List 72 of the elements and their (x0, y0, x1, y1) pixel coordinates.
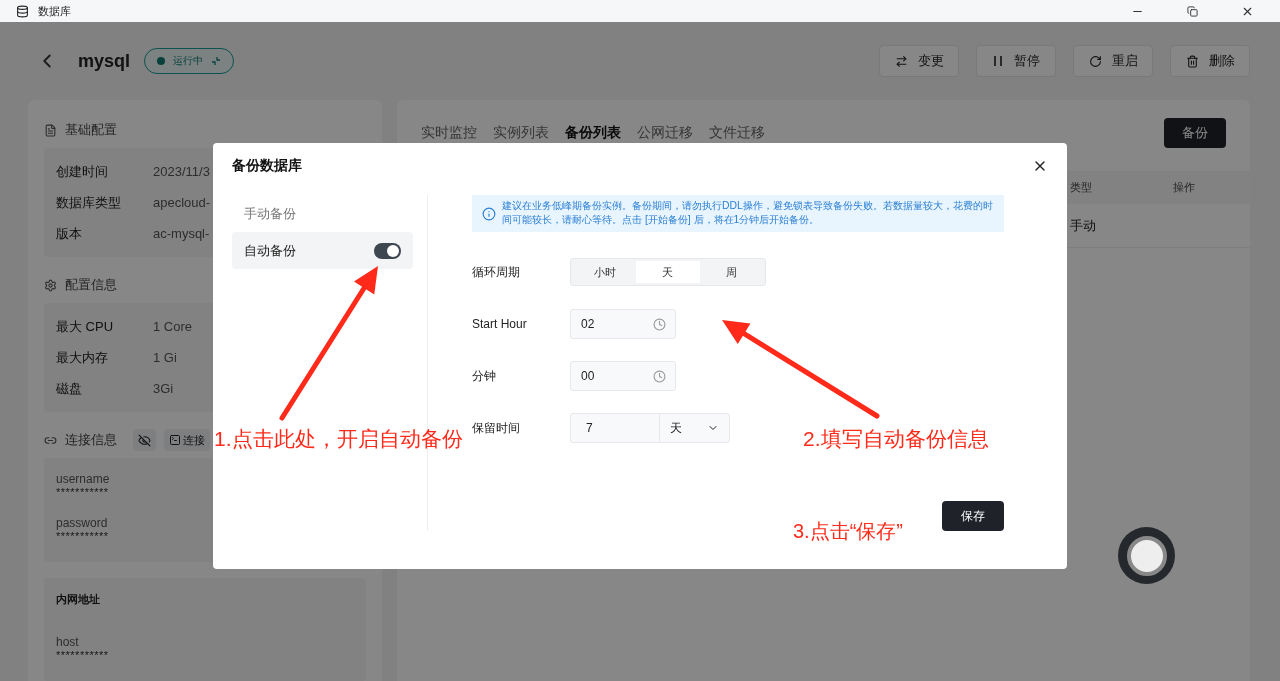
action-button[interactable]: 暂停 (976, 45, 1056, 77)
window-title: 数据库 (38, 3, 72, 19)
action-button[interactable]: 变更 (879, 45, 959, 77)
masked-value: *********** (56, 530, 109, 542)
period-option[interactable]: 周 (699, 261, 763, 283)
status-dot (157, 57, 166, 65)
section-title: 配置信息 (65, 276, 117, 294)
tab[interactable]: 备份列表 (565, 124, 621, 142)
annotation-text: 3.点击“保存” (793, 519, 903, 544)
field-label: 数据库类型 (56, 193, 122, 212)
field-label: username (56, 472, 110, 486)
action-button[interactable]: 重启 (1073, 45, 1153, 77)
database-icon (16, 4, 29, 18)
section-icon (44, 123, 57, 137)
period-option[interactable]: 小时 (573, 261, 637, 283)
annotation-text: 2.填写自动备份信息 (803, 426, 989, 452)
field-label: 循环周期 (472, 263, 521, 281)
column-header: 操作 (1173, 180, 1196, 195)
restore-icon[interactable] (1186, 5, 1198, 17)
info-alert: 建议在业务低峰期备份实例。备份期间，请勿执行DDL操作，避免锁表导致备份失败。若数据量较大，花费的时间可能较长，请耐心等待。点击 [开始备份] 后，将在1分钟后开始备份。 (472, 195, 1004, 232)
info-icon (482, 207, 496, 221)
backup-button[interactable]: 备份 (1164, 118, 1226, 148)
time-field[interactable]: 02 (570, 309, 676, 339)
field-label: 版本 (56, 224, 83, 243)
status-text: 运行中 (173, 54, 204, 68)
section-icon (44, 278, 57, 292)
field-label: Start Hour (472, 317, 528, 331)
period-option[interactable]: 天 (636, 261, 700, 283)
column-header: 类型 (1070, 180, 1093, 195)
tab[interactable]: 文件迁移 (709, 124, 765, 142)
toggle-switch[interactable] (374, 242, 401, 259)
time-field[interactable]: 00 (570, 361, 676, 391)
refresh-icon (1088, 54, 1102, 68)
section-title: 基础配置 (65, 121, 117, 139)
eye-off-icon (138, 433, 151, 447)
save-button[interactable]: 保存 (942, 501, 1004, 531)
field-label: 磁盘 (56, 379, 83, 398)
connect-button[interactable]: 连接 (164, 429, 210, 451)
trash-icon (1185, 54, 1199, 68)
table-cell-text: 手动 (1070, 216, 1097, 235)
field-label: 保留时间 (472, 419, 521, 437)
card-title: 内网地址 (56, 592, 101, 607)
field-label: 最大 CPU (56, 317, 115, 336)
action-button[interactable]: 删除 (1170, 45, 1250, 77)
field-label: password (56, 516, 108, 530)
masked-value: *********** (56, 486, 109, 498)
field-value: 3Gi (153, 381, 174, 396)
tab[interactable]: 实例列表 (493, 124, 549, 142)
field-value: 1 Gi (153, 350, 177, 365)
tab[interactable]: 实时监控 (421, 124, 477, 142)
field-value: ac-mysql- (153, 226, 210, 241)
terminal-icon (169, 434, 181, 446)
nav-item[interactable]: 手动备份 (232, 195, 413, 232)
database-name: mysql (78, 50, 131, 72)
dialog-title: 备份数据库 (232, 157, 302, 175)
field-label: 分钟 (472, 367, 497, 385)
masked-value: *********** (56, 649, 109, 661)
tab[interactable]: 公网迁移 (637, 124, 693, 142)
annotation-text: 1.点击此处，开启自动备份 (214, 426, 463, 452)
field-value: 1 Core (153, 319, 193, 334)
section-title: 连接信息 (65, 431, 117, 449)
field-label: host (56, 635, 79, 649)
nav-item[interactable]: 自动备份 (232, 232, 413, 269)
field-value: apecloud- (153, 195, 211, 210)
hide-button[interactable] (133, 429, 156, 451)
field-value: 2023/11/3 (153, 164, 210, 179)
clock-icon (653, 317, 666, 331)
field-label: 创建时间 (56, 162, 109, 181)
pause-icon (992, 55, 1004, 67)
field-label: 最大内存 (56, 348, 109, 367)
swap-icon (894, 54, 908, 68)
clock-icon (653, 369, 666, 383)
